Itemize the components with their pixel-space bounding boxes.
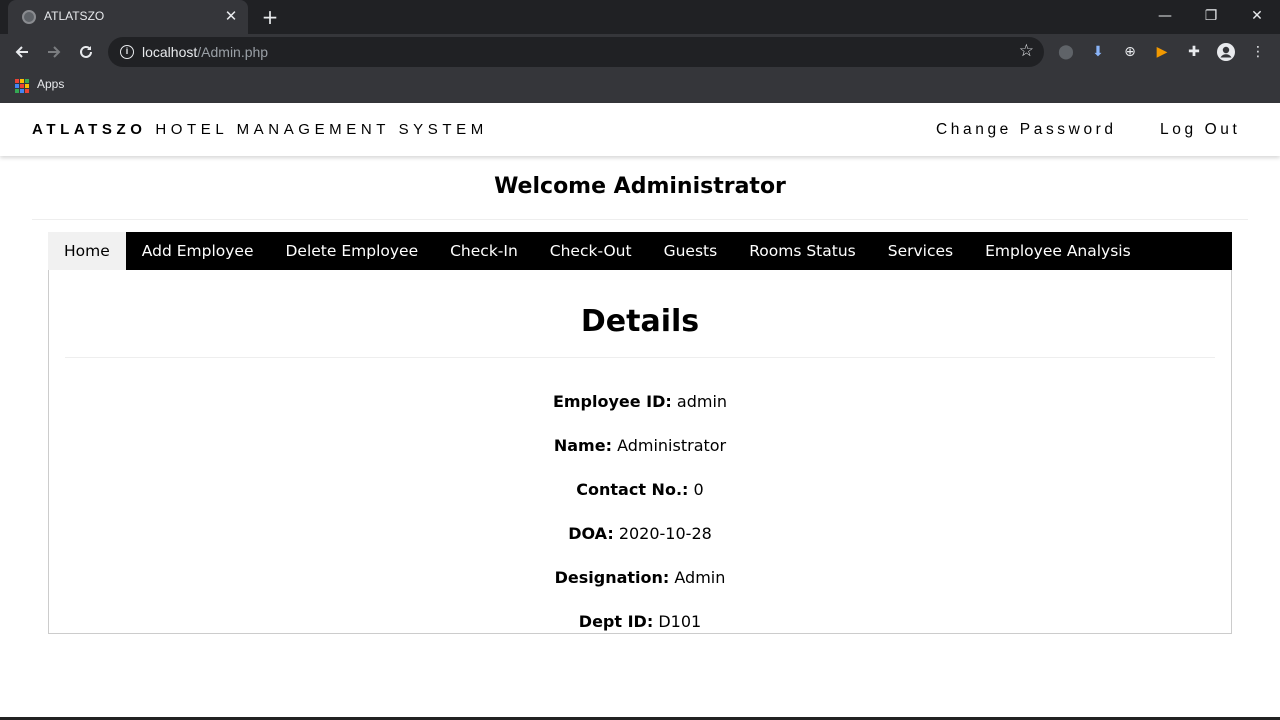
detail-row: Dept ID: D101 [49, 612, 1231, 631]
profile-icon[interactable] [1216, 42, 1236, 62]
extension-save-icon[interactable]: ⊕ [1120, 42, 1140, 62]
apps-grid-icon[interactable] [15, 79, 29, 93]
browser-toolbar: i localhost/Admin.php ☆ ⬤ ⬇ ⊕ ▶ ✚ ⋮ [0, 34, 1280, 70]
details-title: Details [580, 304, 700, 339]
detail-value: 0 [693, 480, 704, 499]
menu-item-add-employee[interactable]: Add Employee [126, 232, 270, 270]
window-close-button[interactable]: ✕ [1234, 2, 1280, 30]
details-panel: Details Employee ID: admin Name: Administ… [48, 270, 1232, 634]
detail-value: 2020-10-28 [618, 524, 712, 543]
menu-kebab-icon[interactable]: ⋮ [1248, 42, 1268, 62]
tab-close-icon[interactable]: ✕ [222, 7, 240, 25]
divider [32, 219, 1248, 220]
detail-label: Dept ID: [578, 612, 654, 631]
minimize-button[interactable]: — [1142, 2, 1188, 30]
site-header: ATLATSZO HOTEL MANAGEMENT SYSTEM Change … [0, 103, 1280, 156]
menu-item-services[interactable]: Services [872, 232, 969, 270]
detail-row: Employee ID: admin [49, 392, 1231, 411]
browser-tab[interactable]: ATLATSZO ✕ [8, 0, 248, 34]
detail-label: Employee ID: [552, 392, 672, 411]
detail-row: Contact No.: 0 [49, 480, 1231, 499]
new-tab-button[interactable]: + [258, 5, 282, 29]
globe-icon [22, 10, 36, 24]
menu-item-check-in[interactable]: Check-In [434, 232, 534, 270]
menu-item-employee-analysis[interactable]: Employee Analysis [969, 232, 1147, 270]
browser-tab-strip: ATLATSZO ✕ + — ❐ ✕ [0, 0, 1280, 34]
detail-row: Name: Administrator [49, 436, 1231, 455]
welcome-heading: Welcome Administrator [494, 174, 786, 199]
tab-title: ATLATSZO [44, 9, 105, 23]
detail-value: Admin [674, 568, 726, 587]
bookmarks-bar: Apps [0, 70, 1280, 103]
menu-item-home[interactable]: Home [48, 232, 126, 270]
info-icon[interactable]: i [120, 45, 134, 59]
detail-label: Contact No.: [576, 480, 689, 499]
detail-label: DOA: [568, 524, 614, 543]
forward-arrow-icon[interactable] [40, 38, 68, 66]
menu-item-check-out[interactable]: Check-Out [534, 232, 648, 270]
menu-item-guests[interactable]: Guests [648, 232, 734, 270]
extension-play-icon[interactable]: ▶ [1152, 42, 1172, 62]
brand-logo[interactable]: ATLATSZO HOTEL MANAGEMENT SYSTEM [32, 121, 488, 138]
menu-item-delete-employee[interactable]: Delete Employee [269, 232, 434, 270]
restore-button[interactable]: ❐ [1188, 2, 1234, 30]
extensions-icon[interactable]: ✚ [1184, 42, 1204, 62]
detail-label: Name: [553, 436, 612, 455]
detail-value: D101 [658, 612, 702, 631]
log-out-link[interactable]: Log Out [1160, 121, 1240, 139]
detail-row: Designation: Admin [49, 568, 1231, 587]
admin-menu: Home Add Employee Delete Employee Check-In C… [48, 232, 1232, 270]
menu-item-rooms-status[interactable]: Rooms Status [733, 232, 872, 270]
url-text: localhost/Admin.php [142, 44, 269, 60]
detail-value: Administrator [617, 436, 727, 455]
star-icon[interactable]: ☆ [1019, 41, 1034, 61]
address-bar[interactable]: i localhost/Admin.php ☆ [108, 37, 1044, 67]
extension-pin-icon[interactable]: ⬤ [1056, 42, 1076, 62]
detail-row: DOA: 2020-10-28 [49, 524, 1231, 543]
divider [65, 357, 1215, 358]
back-arrow-icon[interactable] [8, 38, 36, 66]
apps-bookmark[interactable]: Apps [37, 77, 64, 91]
extension-download-icon[interactable]: ⬇ [1088, 42, 1108, 62]
reload-icon[interactable] [72, 38, 100, 66]
detail-label: Designation: [554, 568, 670, 587]
change-password-link[interactable]: Change Password [936, 121, 1117, 139]
detail-value: admin [676, 392, 728, 411]
